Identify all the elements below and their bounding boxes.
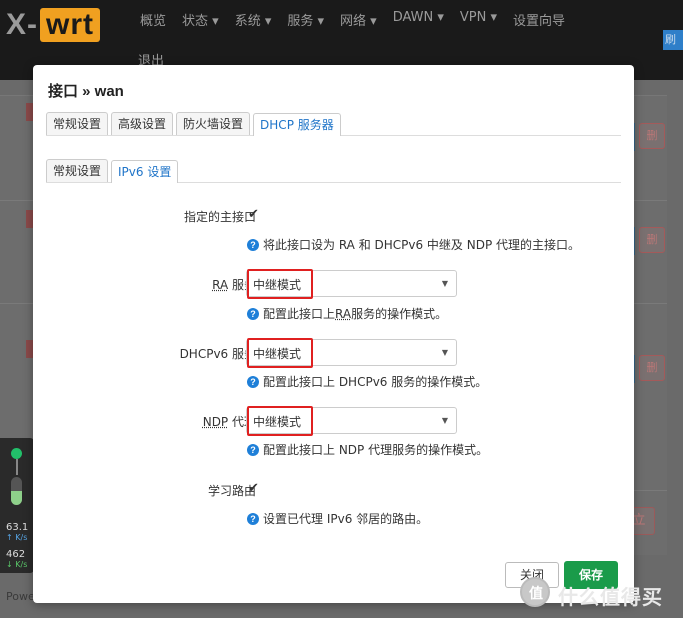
ndp-proxy-help: ? 配置此接口上 NDP 代理服务的操作模式。: [247, 441, 488, 458]
inner-tabs: 常规设置 IPv6 设置: [46, 159, 621, 183]
help-icon: ?: [247, 443, 259, 456]
help-icon: ?: [247, 512, 259, 525]
help-text: 服务的操作模式。: [351, 307, 448, 321]
watermark: 值 什么值得买: [520, 575, 680, 613]
app-logo[interactable]: X-wrt: [6, 8, 100, 42]
tab-general-settings[interactable]: 常规设置: [46, 112, 109, 135]
ra-service-help: ? 配置此接口上 RA 服务的操作模式。: [247, 305, 447, 322]
master-interface-checkbox[interactable]: [248, 207, 261, 223]
help-text: 设置已代理 IPv6 邻居的路由。: [263, 512, 429, 526]
interface-config-dialog: 接口 » wan 常规设置 高级设置 防火墙设置 DHCP 服务器 常规设置 I…: [33, 65, 634, 603]
nav-item-setup-wizard[interactable]: 设置向导: [505, 10, 573, 29]
learn-routes-checkbox[interactable]: [248, 481, 261, 497]
help-icon: ?: [247, 375, 259, 388]
bg-delete-button[interactable]: 删: [639, 355, 665, 381]
traffic-level-fill: [11, 491, 22, 505]
master-interface-help: ? 将此接口设为 RA 和 DHCPv6 中继及 NDP 代理的主接口。: [247, 236, 580, 253]
nav-item-system[interactable]: 系统 ▾: [227, 10, 280, 29]
watermark-badge-icon: 值: [520, 577, 550, 607]
dhcpv6-service-value: 中继模式: [253, 347, 302, 361]
traffic-level-bar: [11, 477, 22, 505]
nav-right-button[interactable]: 刷: [663, 30, 683, 50]
dhcpv6-service-label: DHCPv6 服务: [179, 347, 256, 361]
nav-item-status[interactable]: 状态 ▾: [174, 10, 227, 29]
nav-item-dawn[interactable]: DAWN ▾: [385, 10, 452, 29]
tab-dhcp-server[interactable]: DHCP 服务器: [253, 113, 341, 136]
tab-ipv6-settings[interactable]: IPv6 设置: [111, 160, 179, 183]
dialog-title: 接口 » wan: [48, 83, 124, 100]
dropdown-caret-icon: ▼: [441, 416, 448, 425]
watermark-text: 什么值得买: [558, 585, 663, 609]
ra-abbr: RA: [212, 278, 229, 292]
master-interface-label: 指定的主接口: [183, 210, 256, 224]
tab-advanced-settings[interactable]: 高级设置: [111, 112, 174, 135]
ra-service-value: 中继模式: [253, 278, 302, 292]
upload-unit: ↑ K/s: [6, 533, 28, 542]
help-text: 配置此接口上: [263, 307, 336, 321]
dropdown-caret-icon: ▼: [441, 279, 448, 288]
main-nav: 概览 状态 ▾ 系统 ▾ 服务 ▾ 网络 ▾ DAWN ▾ VPN ▾ 设置向导: [132, 10, 573, 29]
learn-routes-help: ? 设置已代理 IPv6 邻居的路由。: [247, 510, 428, 527]
dhcpv6-service-select[interactable]: 中继模式 ▼: [246, 338, 457, 368]
ndp-abbr: NDP: [202, 415, 229, 429]
logo-prefix: X-: [6, 8, 38, 41]
bg-delete-button[interactable]: 删: [639, 123, 665, 149]
help-icon: ?: [247, 307, 259, 320]
connector-line: [16, 459, 18, 475]
help-text: 将此接口设为 RA 和 DHCPv6 中继及 NDP 代理的主接口。: [263, 238, 581, 252]
tab-firewall-settings[interactable]: 防火墙设置: [176, 112, 251, 135]
dropdown-caret-icon: ▼: [441, 348, 448, 357]
outer-tabs: 常规设置 高级设置 防火墙设置 DHCP 服务器: [46, 112, 621, 136]
download-speed: 462: [6, 549, 26, 560]
nav-item-vpn[interactable]: VPN ▾: [452, 10, 505, 29]
dhcpv6-service-help: ? 配置此接口上 DHCPv6 服务的操作模式。: [247, 373, 487, 390]
help-text: 配置此接口上 NDP 代理服务的操作模式。: [263, 443, 489, 457]
status-dot-icon: [11, 448, 22, 459]
tab-dhcp-general[interactable]: 常规设置: [46, 159, 109, 182]
help-icon: ?: [247, 238, 259, 251]
ndp-proxy-value: 中继模式: [253, 415, 302, 429]
ndp-proxy-select[interactable]: 中继模式 ▼: [246, 406, 457, 436]
help-text: 配置此接口上 DHCPv6 服务的操作模式。: [263, 375, 488, 389]
download-unit: ↓ K/s: [6, 560, 28, 569]
help-abbr: RA: [335, 306, 352, 321]
nav-item-overview[interactable]: 概览: [132, 10, 174, 29]
watermark-badge-text: 值: [529, 586, 543, 602]
upload-speed: 63.1: [6, 522, 29, 533]
ra-service-select[interactable]: 中继模式 ▼: [246, 269, 457, 299]
nav-item-network[interactable]: 网络 ▾: [332, 10, 385, 29]
bg-delete-button[interactable]: 删: [639, 227, 665, 253]
traffic-monitor-widget: 63.1 ↑ K/s 462 ↓ K/s: [0, 438, 34, 573]
nav-item-services[interactable]: 服务 ▾: [279, 10, 332, 29]
footer-powered: Powe: [6, 590, 35, 603]
logo-wrt: wrt: [40, 8, 100, 42]
